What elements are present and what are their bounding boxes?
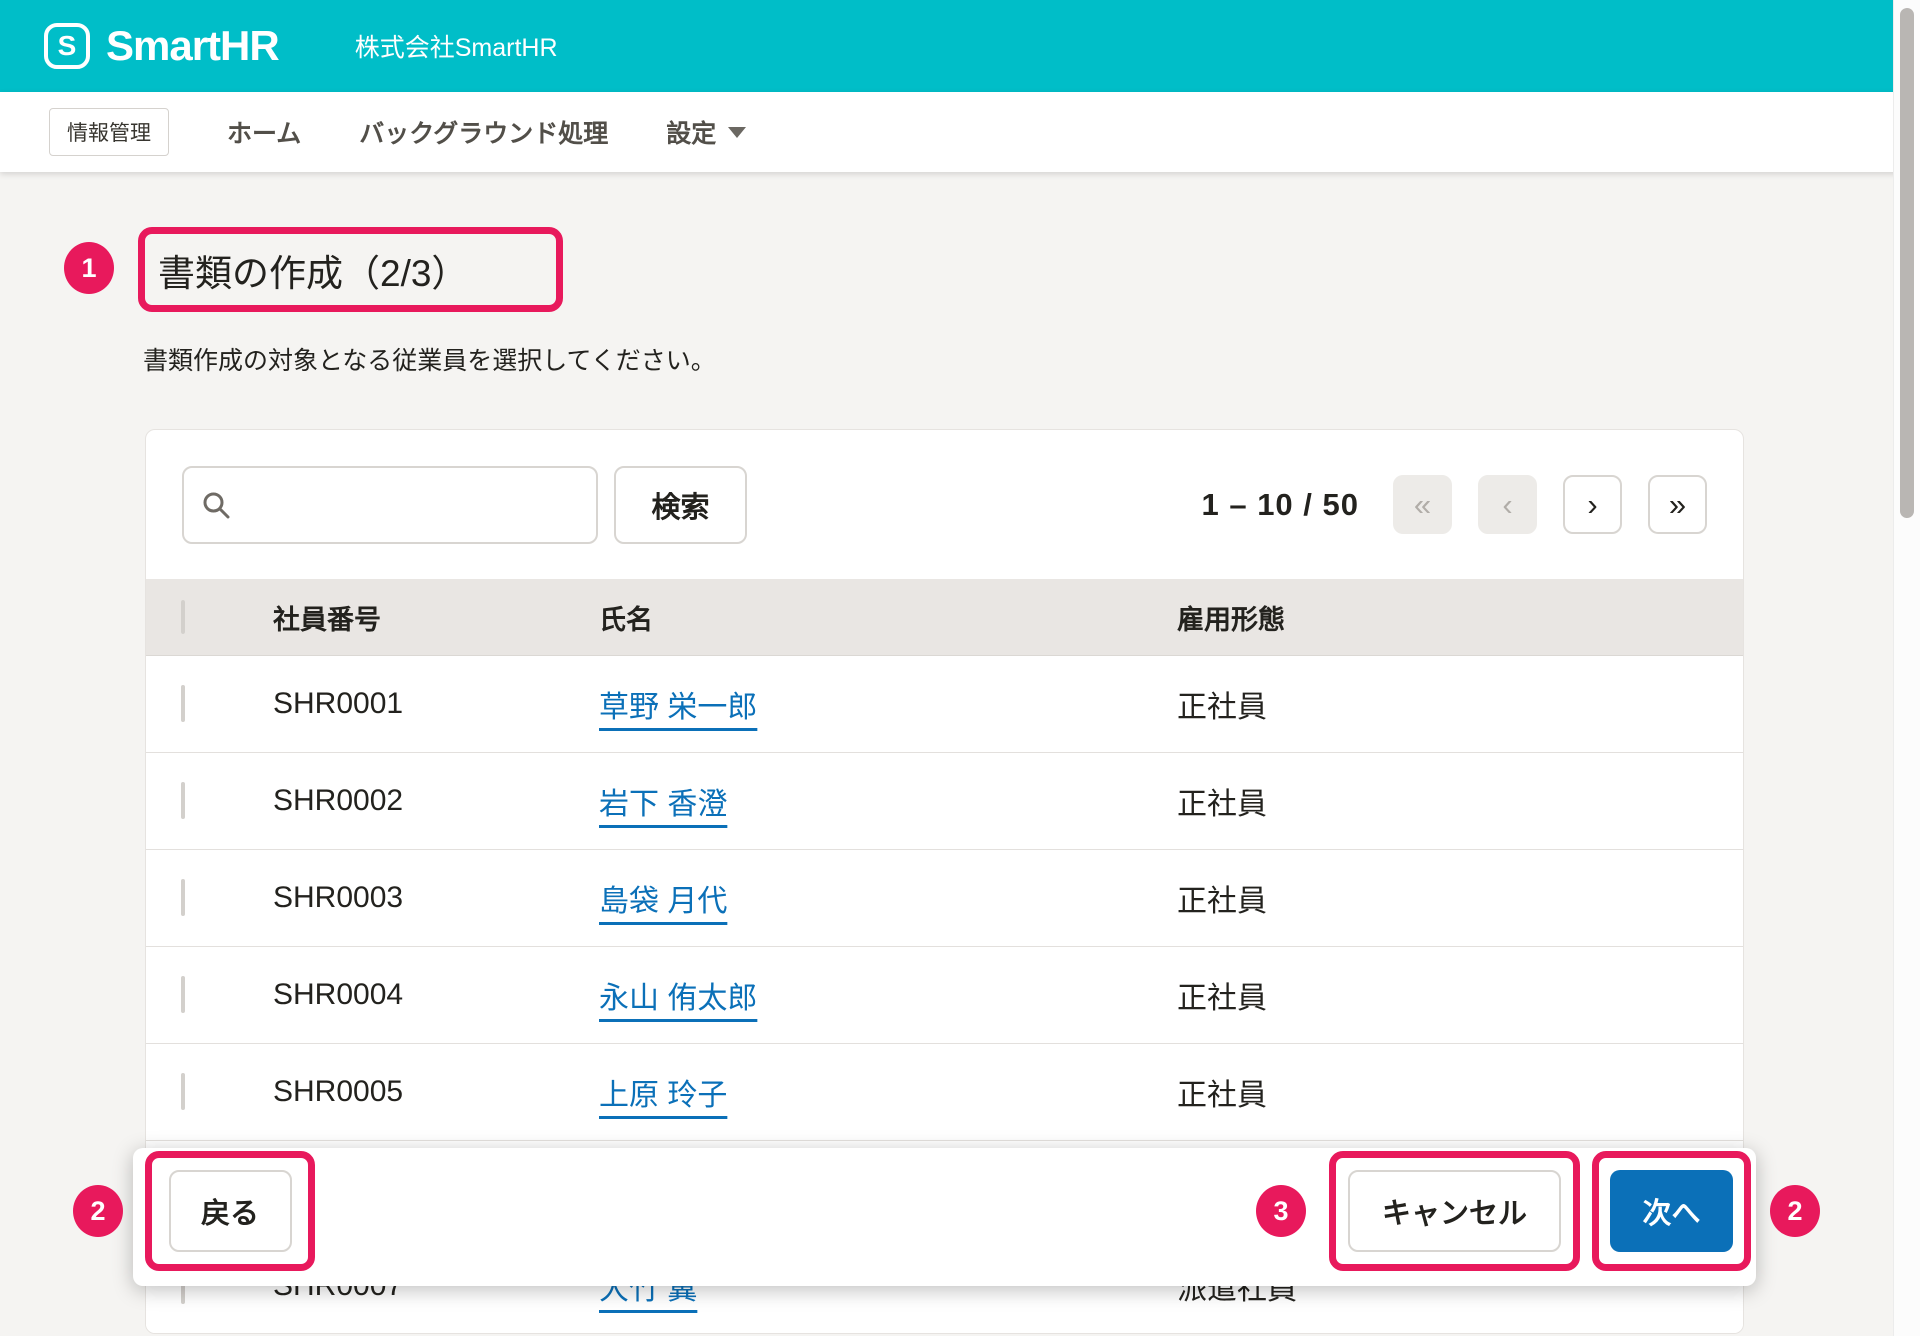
employment-type: 正社員: [1177, 885, 1267, 918]
row-checkbox[interactable]: [181, 1073, 185, 1110]
back-button[interactable]: 戻る: [168, 1170, 292, 1252]
last-page-button[interactable]: »: [1648, 475, 1707, 534]
prev-page-button: ‹: [1478, 475, 1537, 534]
employee-id: SHR0005: [273, 1075, 404, 1108]
row-checkbox[interactable]: [181, 685, 185, 722]
employee-name-link[interactable]: 永山 侑太郎: [599, 982, 757, 1015]
employment-type: 正社員: [1177, 691, 1267, 724]
list-toolbar: 検索 1 – 10 / 50 « ‹ › »: [146, 430, 1743, 579]
nav-item-background-jobs[interactable]: バックグラウンド処理: [359, 114, 608, 150]
column-header-employment-type: 雇用形態: [1177, 604, 1285, 635]
employment-type: 正社員: [1177, 1079, 1267, 1112]
employee-id: SHR0002: [273, 784, 404, 817]
table-header: 社員番号 氏名 雇用形態: [146, 579, 1743, 656]
cancel-button[interactable]: キャンセル: [1348, 1170, 1561, 1252]
next-button-annotation-frame: 次へ: [1592, 1151, 1751, 1271]
employment-type: 正社員: [1177, 788, 1267, 821]
smarthr-logo-text: SmartHR: [106, 22, 280, 69]
scrollbar-track[interactable]: [1893, 0, 1920, 1336]
app-badge-information-management[interactable]: 情報管理: [49, 108, 169, 156]
employment-type: 正社員: [1177, 982, 1267, 1015]
page-description: 書類作成の対象となる従業員を選択してください。: [143, 347, 716, 375]
smarthr-logo[interactable]: S SmartHR: [44, 22, 280, 70]
next-page-button[interactable]: ›: [1563, 475, 1622, 534]
row-checkbox[interactable]: [181, 976, 185, 1013]
employee-name-link[interactable]: 岩下 香澄: [599, 788, 727, 821]
search-button[interactable]: 検索: [614, 465, 747, 544]
table-row: SHR0004 永山 侑太郎 正社員: [146, 947, 1743, 1044]
annotation-step-3: 3: [1256, 1185, 1306, 1237]
pagination: 1 – 10 / 50 « ‹ › »: [1201, 475, 1707, 534]
nav-item-settings[interactable]: 設定: [666, 114, 747, 150]
table-row: SHR0002 岩下 香澄 正社員: [146, 753, 1743, 850]
pagination-buttons: « ‹ › »: [1393, 475, 1707, 534]
table-row: SHR0005 上原 玲子 正社員: [146, 1044, 1743, 1141]
annotation-step-2-right: 2: [1770, 1185, 1820, 1237]
search-field-wrap: [182, 465, 598, 544]
column-header-name: 氏名: [599, 604, 653, 635]
search-icon: [203, 492, 230, 518]
next-button[interactable]: 次へ: [1610, 1170, 1733, 1252]
first-page-button: «: [1393, 475, 1452, 534]
search-input[interactable]: [182, 465, 598, 544]
column-header-employee-id: 社員番号: [273, 604, 381, 635]
nav-item-settings-label: 設定: [666, 120, 717, 148]
cancel-button-annotation-frame: キャンセル: [1329, 1151, 1580, 1271]
table-row: SHR0001 草野 栄一郎 正社員: [146, 656, 1743, 753]
page-title-annotation-frame: 書類の作成（2/3）: [138, 227, 563, 312]
employee-name-link[interactable]: 上原 玲子: [599, 1079, 727, 1112]
back-button-annotation-frame: 戻る: [145, 1151, 315, 1271]
employee-id: SHR0004: [273, 978, 404, 1011]
smarthr-logo-icon: S: [44, 23, 90, 69]
employee-id: SHR0003: [273, 881, 404, 914]
row-checkbox[interactable]: [181, 782, 185, 819]
employee-name-link[interactable]: 島袋 月代: [599, 885, 727, 918]
chevron-down-icon: [728, 126, 747, 138]
select-all-checkbox[interactable]: [181, 599, 185, 634]
company-name: 株式会社SmartHR: [354, 34, 558, 62]
annotation-step-2-left: 2: [73, 1185, 123, 1237]
row-checkbox[interactable]: [181, 879, 185, 916]
main-nav: 情報管理 ホーム バックグラウンド処理 設定: [0, 92, 1920, 172]
app-header: S SmartHR 株式会社SmartHR: [0, 0, 1920, 92]
scrollbar-thumb[interactable]: [1900, 8, 1914, 518]
employee-id: SHR0001: [273, 687, 404, 720]
page-title: 書類の作成（2/3）: [158, 252, 469, 294]
pagination-range: 1 – 10 / 50: [1201, 486, 1359, 522]
table-row: SHR0003 島袋 月代 正社員: [146, 850, 1743, 947]
annotation-step-1: 1: [64, 242, 114, 294]
employee-name-link[interactable]: 草野 栄一郎: [599, 691, 757, 724]
nav-item-home[interactable]: ホーム: [227, 114, 301, 150]
action-footer: 戻る キャンセル 次へ: [133, 1148, 1756, 1286]
